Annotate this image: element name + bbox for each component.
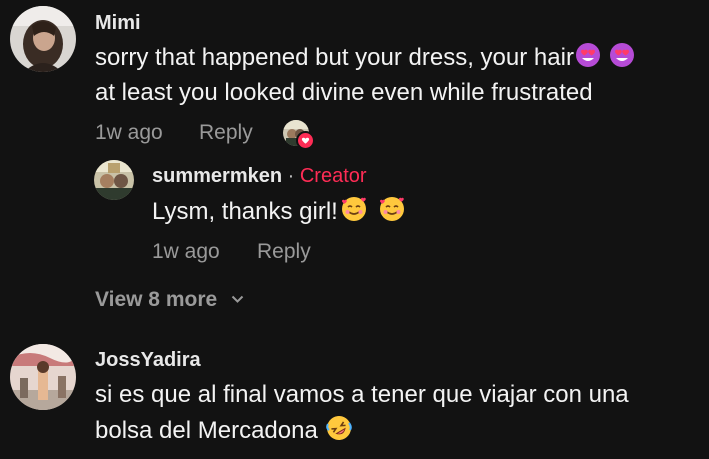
separator-dot: ·	[287, 165, 295, 187]
liked-by-creator-avatar	[283, 120, 315, 150]
avatar-summermken[interactable]	[94, 160, 134, 200]
reply-timestamp: 1w ago	[152, 240, 220, 263]
view-more-label: View 8 more	[95, 288, 218, 311]
comment-username[interactable]: JossYadira	[95, 349, 201, 372]
avatar-jossyadira[interactable]	[10, 344, 76, 410]
reply-username-row: summermken · Creator	[152, 165, 367, 188]
comment-text-line-2: at least you looked divine even while fr…	[95, 79, 593, 106]
view-more-replies-button[interactable]: View 8 more	[95, 286, 244, 312]
heart-eyes-emoji	[609, 42, 635, 68]
smiling-face-with-hearts-emoji	[379, 196, 405, 222]
reply-button[interactable]: Reply	[199, 121, 253, 145]
reply-text-line: Lysm, thanks girl!	[152, 194, 405, 230]
comment-text: sorry that happened but your dress, your…	[95, 44, 574, 71]
avatar-mimi[interactable]	[10, 6, 76, 72]
heart-icon	[296, 131, 315, 150]
heart-eyes-emoji	[575, 42, 601, 68]
comment-timestamp: 1w ago	[95, 121, 163, 144]
reply-username[interactable]: summermken	[152, 165, 282, 187]
reply-text: Lysm, thanks girl!	[152, 198, 338, 225]
comment-text: bolsa del Mercadona	[95, 417, 318, 444]
comment-username[interactable]: Mimi	[95, 12, 141, 35]
reply-button[interactable]: Reply	[257, 240, 311, 264]
smiling-face-with-hearts-emoji	[341, 196, 367, 222]
chevron-down-icon	[231, 286, 244, 310]
comment-text-line-1: si es que al final vamos a tener que via…	[95, 381, 629, 408]
comment-text-line-2: bolsa del Mercadona	[95, 413, 352, 449]
creator-badge: Creator	[299, 165, 367, 187]
comment-text-line-1: sorry that happened but your dress, your…	[95, 40, 635, 76]
rolling-on-floor-laughing-emoji	[326, 415, 352, 441]
